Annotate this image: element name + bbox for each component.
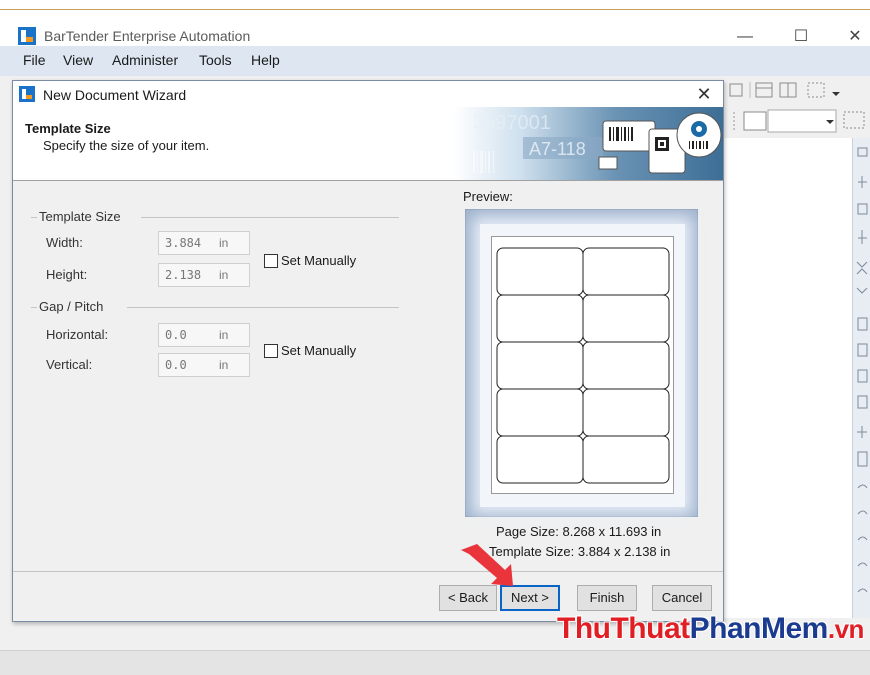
label-cell xyxy=(496,388,584,437)
template-size-info: Template Size: 3.884 x 2.138 in xyxy=(489,544,671,559)
toolbar-icons xyxy=(729,82,865,133)
label-cell xyxy=(582,294,670,343)
label-cell xyxy=(496,294,584,343)
dialog-title: New Document Wizard xyxy=(43,87,187,103)
step-subtitle: Specify the size of your item. xyxy=(43,138,210,153)
menu-tools[interactable]: Tools xyxy=(199,52,232,68)
wizard-header: Template Size Specify the size of your i… xyxy=(13,107,723,181)
watermark-part: Thuat xyxy=(610,612,690,645)
pointer-arrow-icon xyxy=(461,544,513,586)
set-manually-size-label[interactable]: Set Manually xyxy=(281,253,356,268)
height-unit: in xyxy=(219,268,229,282)
gap-pitch-group-title: Gap / Pitch xyxy=(37,299,108,314)
watermark-part: Thu xyxy=(557,612,611,645)
finish-button[interactable]: Finish xyxy=(577,585,637,611)
watermark-part: .vn xyxy=(827,614,865,644)
menu-help[interactable]: Help xyxy=(251,52,280,68)
button-separator xyxy=(13,571,723,572)
header-banner-image: 3597001 A7-118 xyxy=(453,107,723,180)
label-cell xyxy=(582,341,670,390)
app-titlebar: BarTender Enterprise Automation — ☐ ✕ xyxy=(0,10,870,46)
watermark-part: Phan xyxy=(689,612,762,645)
height-value: 2.138 xyxy=(165,268,202,282)
vertical-label: Vertical: xyxy=(46,357,93,372)
banner-code: A7-118 xyxy=(529,139,586,159)
alignment-icons xyxy=(856,147,868,593)
label-cell xyxy=(582,247,670,296)
horizontal-gap-field[interactable]: 0.0 in xyxy=(158,323,250,347)
label-cell xyxy=(496,247,584,296)
menu-administer[interactable]: Administer xyxy=(112,52,178,68)
label-cell xyxy=(496,341,584,390)
dialog-titlebar: New Document Wizard ✕ xyxy=(13,81,723,107)
set-manually-gap-label[interactable]: Set Manually xyxy=(281,343,356,358)
horizontal-label: Horizontal: xyxy=(46,327,109,342)
app-title: BarTender Enterprise Automation xyxy=(44,28,251,44)
preview-page xyxy=(491,236,674,494)
height-label: Height: xyxy=(46,267,88,282)
set-manually-gap-checkbox[interactable] xyxy=(264,344,278,358)
group-divider xyxy=(141,217,399,218)
bartender-logo-icon xyxy=(18,27,36,45)
label-cell xyxy=(496,435,584,484)
design-canvas[interactable] xyxy=(724,138,852,618)
label-grid xyxy=(496,247,670,484)
new-document-wizard-dialog: New Document Wizard ✕ Template Size Spec… xyxy=(12,80,724,622)
toolbar xyxy=(720,76,870,136)
set-manually-size-checkbox[interactable] xyxy=(264,254,278,268)
template-size-group-title: Template Size xyxy=(37,209,125,224)
vertical-gap-field[interactable]: 0.0 in xyxy=(158,353,250,377)
top-edge xyxy=(0,0,870,10)
right-toolstrip xyxy=(852,138,870,618)
horizontal-value: 0.0 xyxy=(165,328,187,342)
menu-view[interactable]: View xyxy=(63,52,93,68)
label-cell xyxy=(582,435,670,484)
vertical-value: 0.0 xyxy=(165,358,187,372)
vertical-unit: in xyxy=(219,358,229,372)
menu-file[interactable]: File xyxy=(23,52,46,68)
width-field[interactable]: 3.884 in xyxy=(158,231,250,255)
height-field[interactable]: 2.138 in xyxy=(158,263,250,287)
width-label: Width: xyxy=(46,235,83,250)
preview-label: Preview: xyxy=(463,189,513,204)
preview-pane xyxy=(465,209,698,517)
banner-number: 3597001 xyxy=(473,112,551,134)
dialog-close-button[interactable]: ✕ xyxy=(693,83,715,105)
cancel-button[interactable]: Cancel xyxy=(652,585,712,611)
watermark-part: Mem xyxy=(761,612,828,645)
horizontal-unit: in xyxy=(219,328,229,342)
status-bar xyxy=(0,650,870,675)
bartender-logo-icon xyxy=(19,86,35,102)
width-unit: in xyxy=(219,236,229,250)
watermark-logo: ThuThuatPhanMem.vn xyxy=(557,612,864,646)
label-cell xyxy=(582,388,670,437)
page-size-info: Page Size: 8.268 x 11.693 in xyxy=(496,524,662,539)
width-value: 3.884 xyxy=(165,236,202,250)
step-title: Template Size xyxy=(25,121,111,136)
group-divider xyxy=(127,307,399,308)
